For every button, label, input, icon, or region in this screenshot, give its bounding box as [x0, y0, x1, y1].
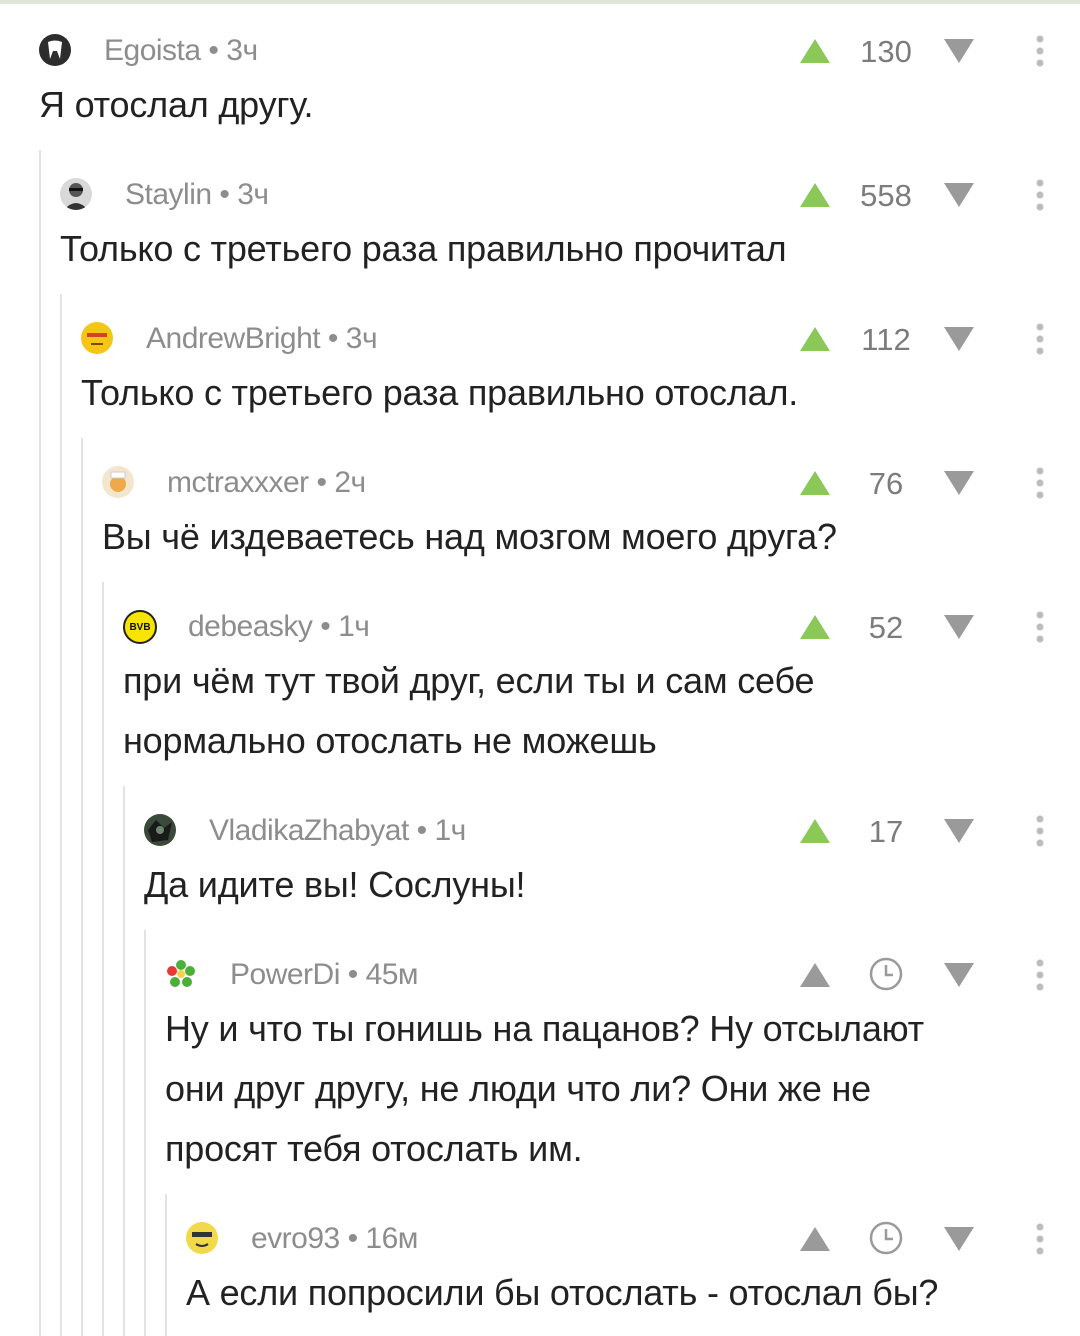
smiley-avatar[interactable] [81, 322, 113, 354]
flower-avatar[interactable] [165, 958, 197, 990]
author-name[interactable]: VladikaZhabyat [209, 814, 409, 847]
downvote-icon[interactable] [942, 960, 976, 990]
upvote-icon[interactable] [798, 180, 832, 210]
comment-meta: Egoista • 3ч [104, 34, 258, 67]
comment-time[interactable]: 3ч [346, 322, 378, 355]
rating-value: 112 [861, 322, 911, 357]
downvote-icon[interactable] [942, 612, 976, 642]
comment-text: Я отослал другу. [39, 84, 314, 125]
comment-text: Вы чё издеваетесь над мозгом моего друга… [102, 516, 837, 557]
comment-time[interactable]: 16м [365, 1222, 418, 1255]
comment-text: Да идите вы! Сослуны! [144, 864, 526, 905]
comment-time[interactable]: 45м [366, 958, 419, 991]
more-options-icon[interactable] [1030, 466, 1050, 500]
clock-icon [869, 957, 903, 991]
comment-meta: VladikaZhabyat • 1ч [209, 814, 466, 847]
more-options-icon[interactable] [1030, 322, 1050, 356]
upvote-icon[interactable] [798, 468, 832, 498]
comment-meta: AndrewBright • 3ч [146, 322, 378, 355]
upvote-icon[interactable] [798, 36, 832, 66]
comment-meta: mctraxxxer • 2ч [167, 466, 366, 499]
yellow-face-avatar[interactable] [186, 1222, 218, 1254]
thread-line[interactable] [144, 930, 146, 1336]
person-avatar[interactable] [60, 178, 92, 210]
bvb-logo-avatar[interactable]: BVB [123, 610, 157, 644]
author-name[interactable]: PowerDi [230, 958, 340, 991]
author-name[interactable]: Egoista [104, 34, 201, 67]
comment-meta: PowerDi • 45м [230, 958, 419, 991]
upvote-icon[interactable] [798, 1224, 832, 1254]
comment-text: Ну и что ты гонишь на пацанов? Ну отсыла… [165, 1008, 924, 1169]
upvote-icon[interactable] [798, 816, 832, 846]
tooth-avatar[interactable] [39, 34, 71, 66]
downvote-icon[interactable] [942, 324, 976, 354]
rating-value: 52 [868, 610, 904, 645]
more-options-icon[interactable] [1030, 958, 1050, 992]
comment-time[interactable]: 1ч [338, 610, 370, 643]
author-name[interactable]: debeasky [188, 610, 313, 643]
comment-time[interactable]: 3ч [226, 34, 258, 67]
more-options-icon[interactable] [1030, 610, 1050, 644]
comment-meta: evro93 • 16м [251, 1222, 418, 1255]
downvote-icon[interactable] [942, 468, 976, 498]
comment-text: Только с третьего раза правильно прочита… [60, 228, 787, 269]
more-options-icon[interactable] [1030, 34, 1050, 68]
more-options-icon[interactable] [1030, 178, 1050, 212]
thread-line[interactable] [39, 150, 41, 1336]
comment-time[interactable]: 3ч [237, 178, 269, 211]
thread-line[interactable] [165, 1194, 167, 1336]
comment-meta: Staylin • 3ч [125, 178, 269, 211]
author-name[interactable]: evro93 [251, 1222, 340, 1255]
rating-value: 17 [868, 814, 904, 849]
thread-line[interactable] [102, 582, 104, 1336]
comment-text: А если попросили бы отослать - отослал б… [186, 1272, 939, 1313]
dark-avatar[interactable] [144, 814, 176, 846]
comment-meta: debeasky • 1ч [188, 610, 370, 643]
rating-value: 76 [868, 466, 904, 501]
downvote-icon[interactable] [942, 36, 976, 66]
rating-value: 130 [860, 34, 912, 69]
thread-line[interactable] [60, 294, 62, 1336]
comment-time[interactable]: 2ч [334, 466, 366, 499]
upvote-icon[interactable] [798, 324, 832, 354]
rating-value: 558 [860, 178, 912, 213]
comment-time[interactable]: 1ч [434, 814, 466, 847]
more-options-icon[interactable] [1030, 814, 1050, 848]
clock-icon [869, 1221, 903, 1255]
comment-text: Только с третьего раза правильно отослал… [81, 372, 799, 413]
upvote-icon[interactable] [798, 612, 832, 642]
downvote-icon[interactable] [942, 816, 976, 846]
author-name[interactable]: mctraxxxer [167, 466, 309, 499]
comment-text: при чём тут твой друг, если ты и сам себ… [123, 660, 815, 761]
thread-line[interactable] [123, 786, 125, 1336]
downvote-icon[interactable] [942, 180, 976, 210]
cartoon-avatar[interactable] [102, 466, 134, 498]
top-divider [0, 0, 1080, 4]
upvote-icon[interactable] [798, 960, 832, 990]
downvote-icon[interactable] [942, 1224, 976, 1254]
more-options-icon[interactable] [1030, 1222, 1050, 1256]
author-name[interactable]: AndrewBright [146, 322, 321, 355]
author-name[interactable]: Staylin [125, 178, 212, 211]
thread-line[interactable] [81, 438, 83, 1336]
